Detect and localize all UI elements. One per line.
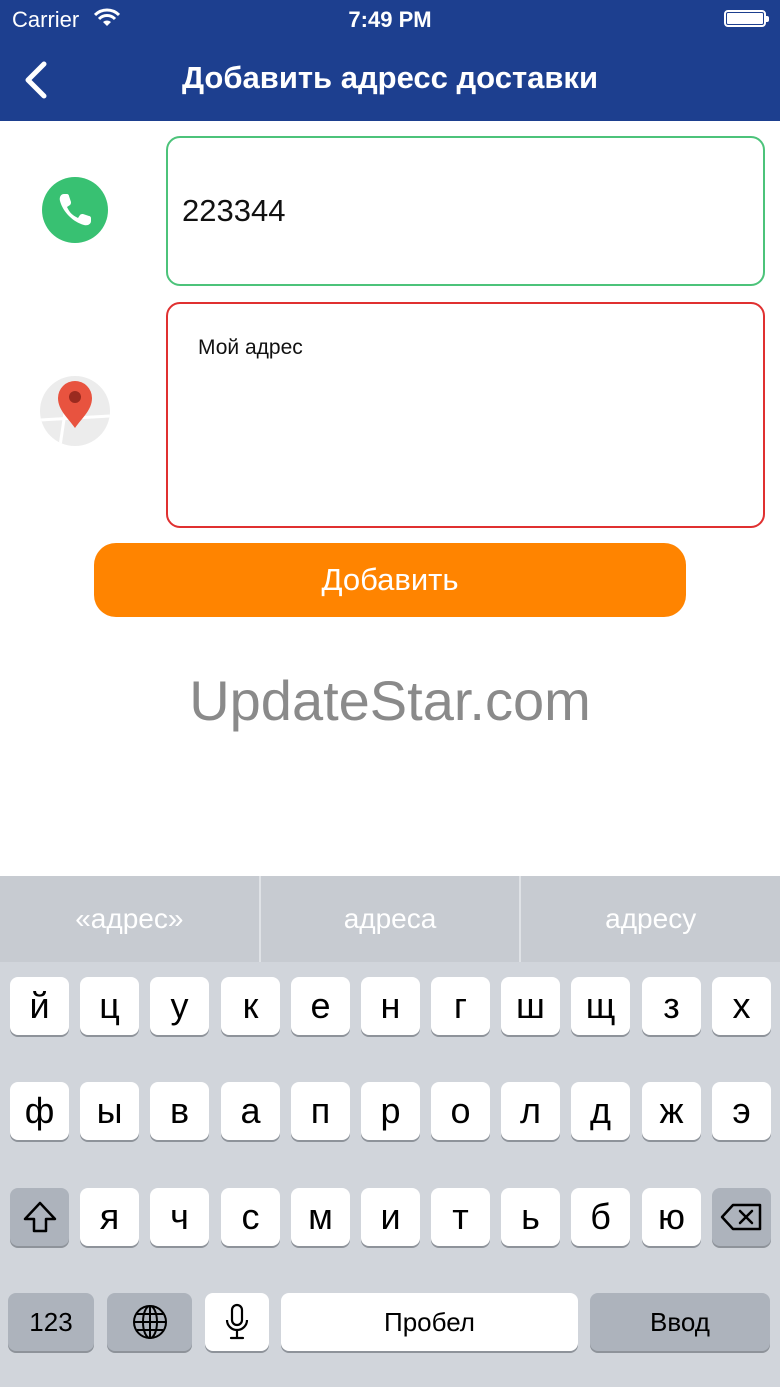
key[interactable]: д	[571, 1082, 630, 1140]
key[interactable]: х	[712, 977, 771, 1035]
battery-icon	[724, 10, 769, 27]
phone-field[interactable]	[166, 136, 765, 286]
key[interactable]: о	[431, 1082, 490, 1140]
key[interactable]: э	[712, 1082, 771, 1140]
key[interactable]: ы	[80, 1082, 139, 1140]
key[interactable]: б	[571, 1188, 630, 1246]
phone-icon	[42, 177, 108, 243]
key[interactable]: н	[361, 977, 420, 1035]
key[interactable]: л	[501, 1082, 560, 1140]
microphone-icon	[225, 1303, 249, 1340]
key[interactable]: й	[10, 977, 69, 1035]
page-title: Добавить адресс доставки	[181, 60, 599, 95]
status-bar: Carrier 7:49 PM	[0, 0, 780, 40]
key[interactable]: з	[642, 977, 701, 1035]
globe-icon	[132, 1305, 167, 1339]
key[interactable]: я	[80, 1188, 139, 1246]
key[interactable]: г	[431, 977, 490, 1035]
key[interactable]: а	[221, 1082, 280, 1140]
key[interactable]: р	[361, 1082, 420, 1140]
key[interactable]: к	[221, 977, 280, 1035]
key[interactable]: с	[221, 1188, 280, 1246]
map-pin-icon	[40, 376, 110, 446]
key[interactable]: ч	[150, 1188, 209, 1246]
key[interactable]: м	[291, 1188, 350, 1246]
key[interactable]: щ	[571, 977, 630, 1035]
keyboard: «адрес» адреса адресу й ц у к е н г ш щ …	[0, 876, 780, 1387]
key[interactable]: ю	[642, 1188, 701, 1246]
key[interactable]: ф	[10, 1082, 69, 1140]
suggestion-item[interactable]: адреса	[258, 876, 520, 962]
key[interactable]: в	[150, 1082, 209, 1140]
status-time: 7:49 PM	[348, 7, 432, 32]
dictation-key[interactable]	[205, 1293, 269, 1351]
return-key[interactable]: Ввод	[590, 1293, 770, 1351]
space-key[interactable]: Пробел	[281, 1293, 578, 1351]
watermark: UpdateStar.com	[189, 669, 591, 732]
key[interactable]: ш	[501, 977, 560, 1035]
key[interactable]: т	[431, 1188, 490, 1246]
shift-icon	[23, 1201, 56, 1233]
key[interactable]: е	[291, 977, 350, 1035]
nav-bar: Carrier 7:49 PM Добавить адресс доставки	[0, 0, 780, 121]
shift-key[interactable]	[10, 1188, 69, 1246]
key[interactable]: ц	[80, 977, 139, 1035]
key[interactable]: ь	[501, 1188, 560, 1246]
suggestion-item[interactable]: адресу	[519, 876, 780, 962]
address-field[interactable]: Мой адрес	[166, 302, 765, 528]
backspace-icon	[720, 1203, 761, 1231]
suggestion-bar: «адрес» адреса адресу	[0, 876, 780, 962]
key[interactable]: у	[150, 977, 209, 1035]
delete-key[interactable]	[712, 1188, 771, 1246]
key[interactable]: и	[361, 1188, 420, 1246]
key[interactable]: ж	[642, 1082, 701, 1140]
globe-key[interactable]	[107, 1293, 192, 1351]
key[interactable]: п	[291, 1082, 350, 1140]
numbers-key[interactable]: 123	[8, 1293, 94, 1351]
add-button[interactable]: Добавить	[94, 543, 686, 617]
suggestion-item[interactable]: «адрес»	[0, 876, 259, 962]
